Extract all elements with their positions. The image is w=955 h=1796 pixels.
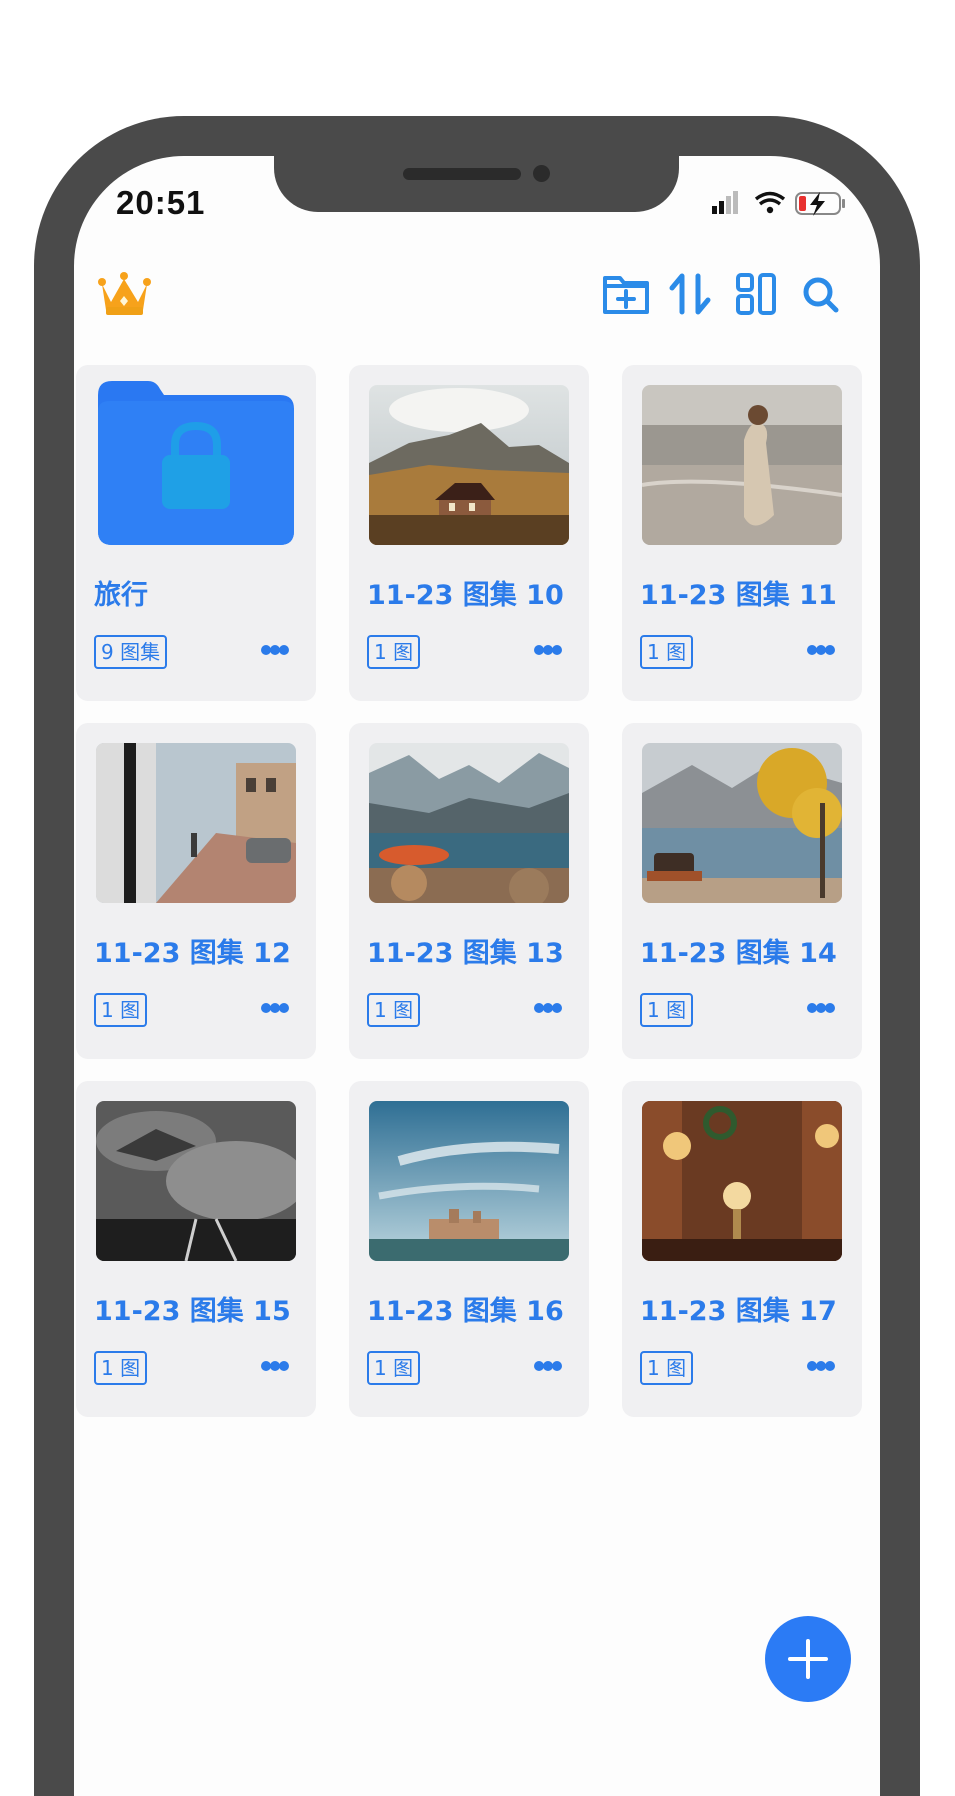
album-thumbnail-mountain-cabin xyxy=(369,385,569,545)
album-title: 11-23 图集 11 xyxy=(640,580,837,611)
album-thumbnail-beach-woman xyxy=(642,385,842,545)
album-card[interactable]: 11-23 图集 13 1 图 xyxy=(349,723,589,1059)
album-card[interactable]: 11-23 图集 12 1 图 xyxy=(76,723,316,1059)
more-icon[interactable] xyxy=(260,1360,290,1372)
album-card[interactable]: 11-23 图集 17 1 图 xyxy=(622,1081,862,1417)
album-count-badge: 1 图 xyxy=(94,1351,148,1385)
more-icon[interactable] xyxy=(806,1002,836,1014)
more-icon[interactable] xyxy=(806,1360,836,1372)
battery-charging-icon xyxy=(795,192,845,216)
album-thumbnail-station-clock xyxy=(642,1101,842,1261)
album-count-badge: 9 图集 xyxy=(94,635,168,669)
album-thumbnail-autumn-lake xyxy=(642,743,842,903)
album-title: 11-23 图集 17 xyxy=(640,1296,837,1327)
album-title: 11-23 图集 16 xyxy=(367,1296,564,1327)
status-time: 20:51 xyxy=(116,184,206,221)
status-icons xyxy=(712,191,845,216)
album-count-badge: 1 图 xyxy=(367,1351,421,1385)
more-icon[interactable] xyxy=(533,644,563,656)
more-icon[interactable] xyxy=(533,1360,563,1372)
add-button[interactable] xyxy=(765,1616,851,1702)
album-thumbnail-street xyxy=(96,743,296,903)
wifi-icon xyxy=(754,191,786,214)
more-icon[interactable] xyxy=(260,1002,290,1014)
album-thumbnail-lake xyxy=(369,743,569,903)
album-title: 11-23 图集 13 xyxy=(367,938,564,969)
album-card[interactable]: 11-23 图集 11 1 图 xyxy=(622,365,862,701)
album-count-badge: 1 图 xyxy=(640,635,694,669)
album-card[interactable]: 11-23 图集 16 1 图 xyxy=(349,1081,589,1417)
layout-icon[interactable] xyxy=(735,272,777,316)
cellular-signal-icon xyxy=(712,191,738,214)
search-icon[interactable] xyxy=(802,272,840,316)
locked-folder-icon xyxy=(98,381,294,545)
more-icon[interactable] xyxy=(533,1002,563,1014)
album-card[interactable]: 11-23 图集 10 1 图 xyxy=(349,365,589,701)
album-title: 11-23 图集 12 xyxy=(94,938,291,969)
album-count-badge: 1 图 xyxy=(640,993,694,1027)
album-count-badge: 1 图 xyxy=(640,1351,694,1385)
sort-icon[interactable] xyxy=(668,272,712,316)
plus-icon xyxy=(788,1639,828,1679)
front-camera xyxy=(533,165,550,182)
album-title: 11-23 图集 15 xyxy=(94,1296,291,1327)
album-count-badge: 1 图 xyxy=(367,635,421,669)
album-count-badge: 1 图 xyxy=(94,993,148,1027)
speaker-grille xyxy=(403,168,521,180)
more-icon[interactable] xyxy=(260,644,290,656)
album-card[interactable]: 11-23 图集 14 1 图 xyxy=(622,723,862,1059)
crown-icon[interactable] xyxy=(97,270,152,318)
album-title: 旅行 xyxy=(94,580,148,611)
album-card[interactable]: 11-23 图集 15 1 图 xyxy=(76,1081,316,1417)
album-thumbnail-foggy-road xyxy=(96,1101,296,1261)
album-thumbnail-city-skyline xyxy=(369,1101,569,1261)
phone-notch xyxy=(274,155,679,212)
new-folder-icon[interactable] xyxy=(602,272,650,316)
album-title: 11-23 图集 14 xyxy=(640,938,837,969)
more-icon[interactable] xyxy=(806,644,836,656)
album-card-travel[interactable]: 旅行 9 图集 xyxy=(76,365,316,701)
album-count-badge: 1 图 xyxy=(367,993,421,1027)
album-title: 11-23 图集 10 xyxy=(367,580,564,611)
